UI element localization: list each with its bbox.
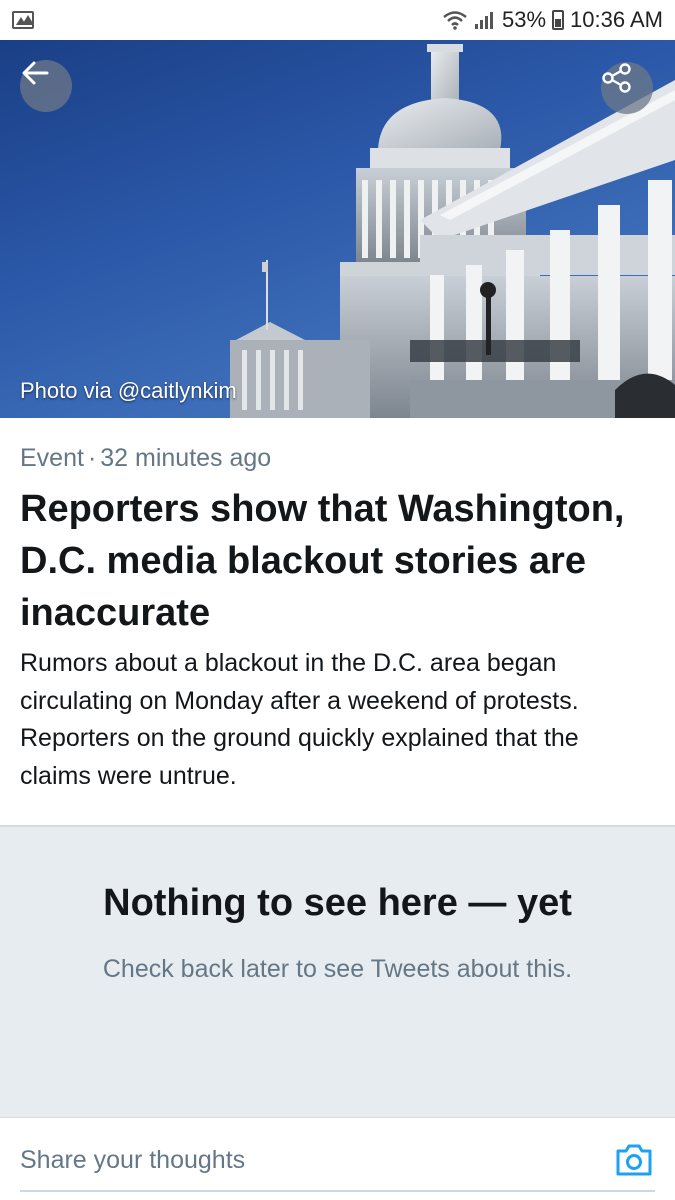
- back-button[interactable]: [20, 60, 72, 112]
- hero-image: Photo via @caitlynkim: [0, 40, 675, 418]
- event-article: Event · 32 minutes ago Reporters show that…: [0, 418, 675, 825]
- event-timestamp: 32 minutes ago: [100, 444, 272, 472]
- share-icon: [602, 63, 631, 93]
- status-bar: 53% 10:36 AM: [0, 0, 675, 40]
- event-headline: Reporters show that Washington, D.C. med…: [20, 488, 625, 634]
- event-meta: Event · 32 minutes ago: [20, 444, 655, 473]
- wifi-icon: [443, 11, 467, 30]
- arrow-left-icon: [22, 61, 49, 85]
- empty-state: Nothing to see here — yet Check back lat…: [0, 825, 675, 1117]
- clock: 10:36 AM: [570, 7, 663, 32]
- composer-underline: [20, 1190, 655, 1192]
- camera-button[interactable]: [614, 1142, 654, 1178]
- tweet-composer: Share your thoughts: [0, 1117, 675, 1200]
- signal-icon: [475, 12, 493, 29]
- empty-state-title: Nothing to see here — yet: [103, 882, 572, 924]
- battery-icon: [552, 10, 565, 30]
- capitol-building-illustration: [230, 44, 675, 418]
- share-button[interactable]: [601, 62, 653, 114]
- status-right: 53% 10:36 AM: [442, 7, 663, 33]
- photo-credit: Photo via @caitlynkim: [20, 378, 237, 403]
- battery-percent: 53%: [502, 7, 547, 32]
- meta-separator: ·: [87, 444, 97, 472]
- empty-state-subtitle: Check back later to see Tweets about thi…: [102, 955, 573, 983]
- event-category: Event: [20, 444, 84, 472]
- camera-icon: [616, 1144, 652, 1176]
- status-left: [12, 11, 34, 29]
- event-summary: Rumors about a blackout in the D.C. area…: [20, 649, 579, 790]
- gallery-icon: [12, 11, 34, 29]
- share-thoughts-input[interactable]: Share your thoughts: [20, 1146, 245, 1175]
